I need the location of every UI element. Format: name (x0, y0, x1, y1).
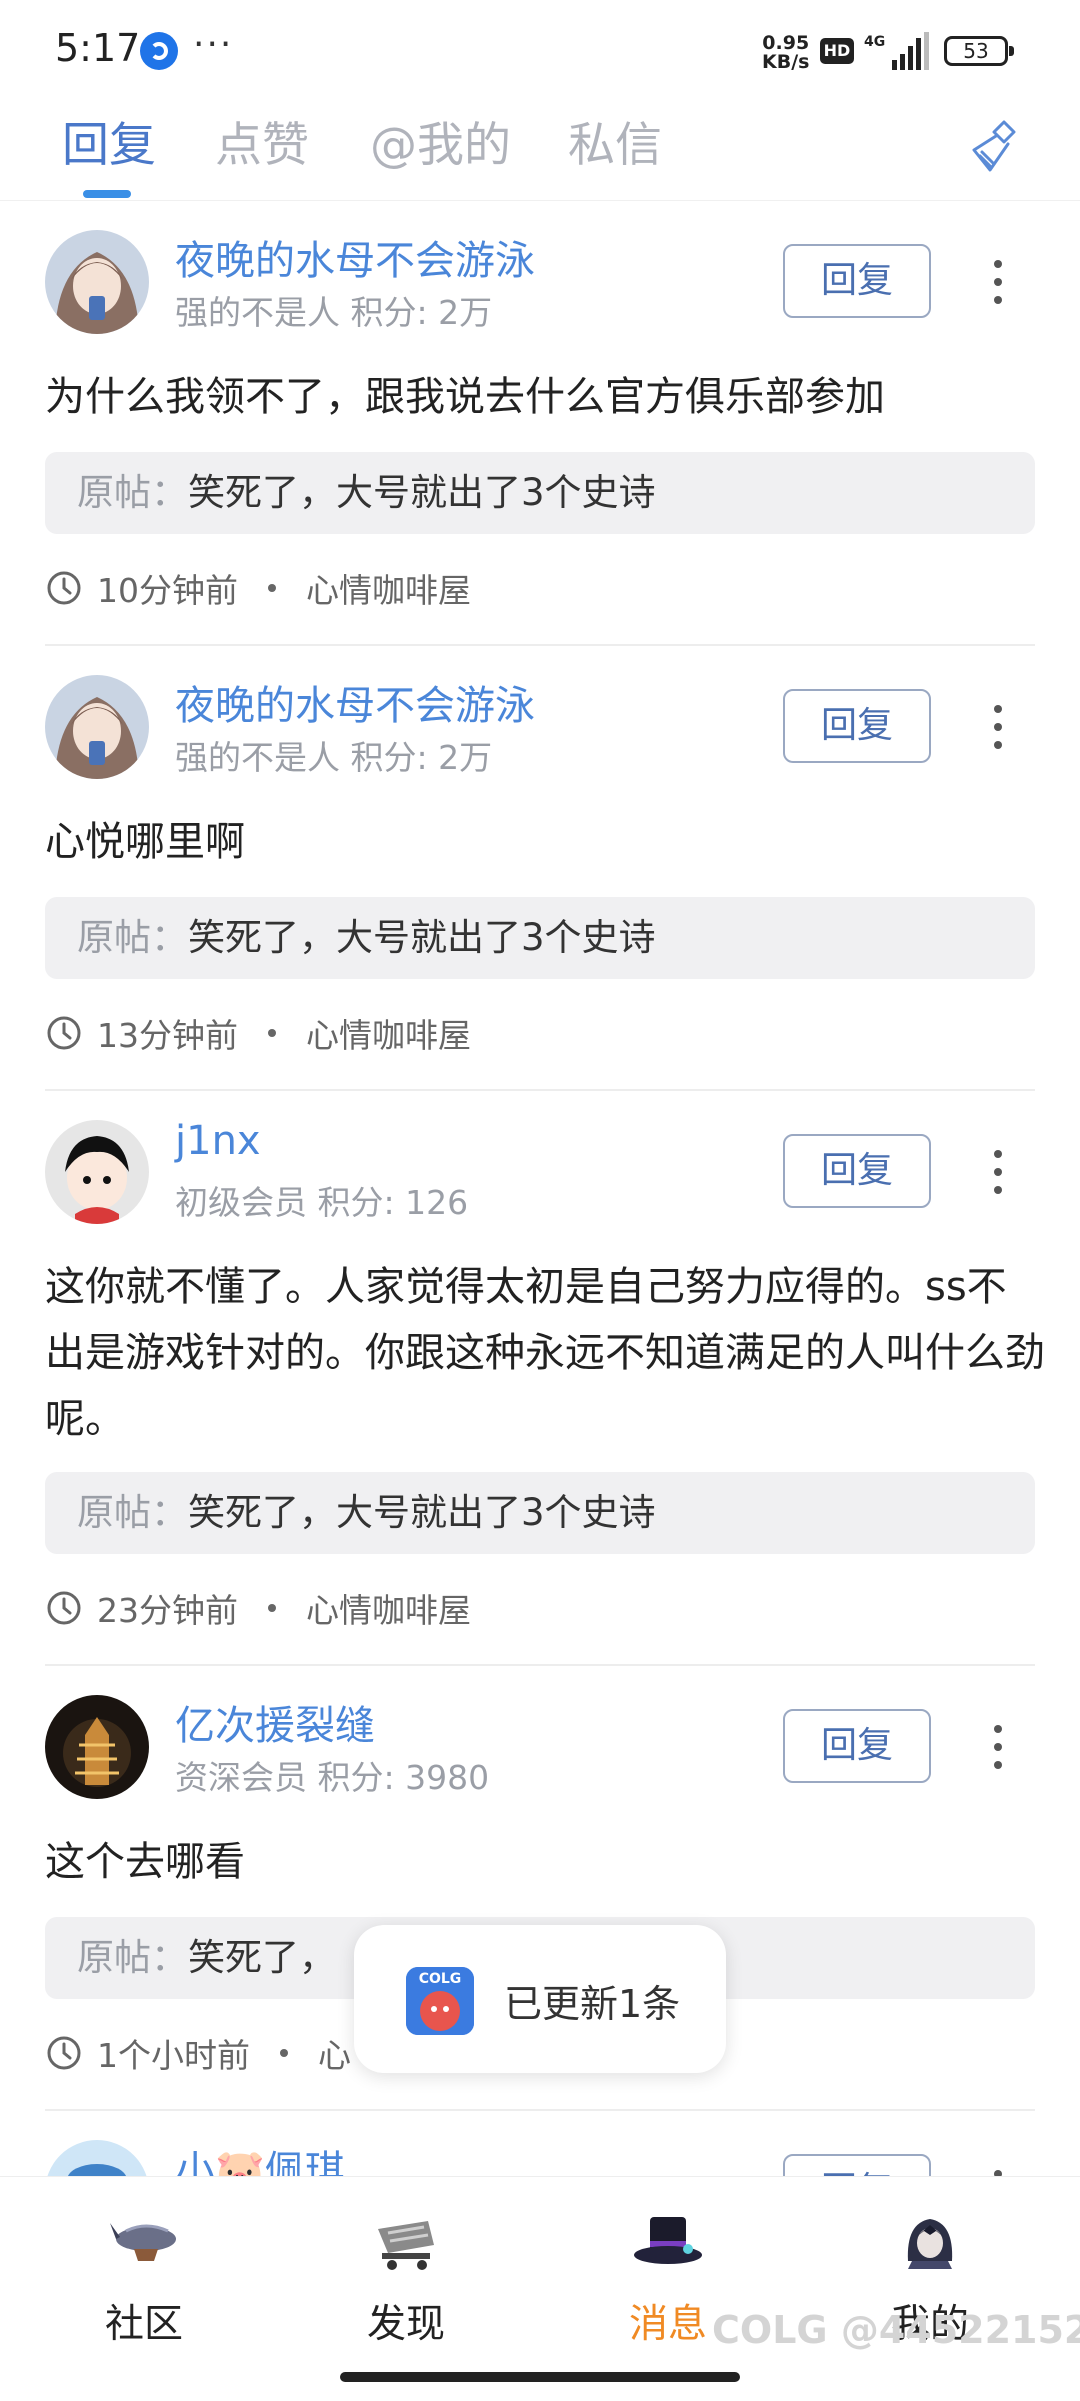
more-notifications-icon: ··· (193, 24, 234, 65)
reply-button[interactable]: 回复 (783, 244, 931, 318)
watermark: COLG @445221525 (712, 2308, 1080, 2352)
user-avatar[interactable] (45, 675, 149, 779)
clock-icon (47, 1591, 81, 1625)
tab-private-messages[interactable]: 私信 (568, 106, 662, 175)
reply-footer: 13分钟前 心情咖啡屋 (45, 1009, 471, 1059)
clock-icon (47, 2036, 81, 2070)
reply-button[interactable]: 回复 (783, 1709, 931, 1783)
reply-content: 这个去哪看 (45, 1839, 245, 1885)
reply-time: 1个小时前 (97, 2036, 250, 2075)
status-time: 5:17 (55, 26, 141, 70)
user-rank-score: 强的不是人 积分: 2万 (175, 738, 493, 777)
active-tab-indicator (83, 190, 131, 198)
user-avatar[interactable] (45, 230, 149, 334)
nav-community[interactable]: 社区 (44, 2197, 244, 2347)
username[interactable]: j1nx (175, 1118, 261, 1164)
username[interactable]: 小🐷佩琪 (175, 2138, 345, 2176)
reply-list: 夜晚的水母不会游泳 强的不是人 积分: 2万 回复 为什么我领不了，跟我说去什么… (0, 200, 1080, 2176)
nav-discover[interactable]: 发现 (306, 2197, 506, 2347)
original-post-quote[interactable]: 原帖：笑死了，大号就出了3个史诗 (45, 452, 1035, 534)
network-speed: 0.95 KB/s (762, 32, 810, 73)
toast-message: 已更新1条 (504, 1982, 681, 2026)
reply-footer: 23分钟前 心情咖啡屋 (45, 1584, 471, 1634)
divider (45, 2109, 1035, 2111)
more-options-icon[interactable] (980, 252, 1016, 312)
reply-content: 心悦哪里啊 (45, 819, 245, 865)
divider (45, 1089, 1035, 1091)
original-post-quote[interactable]: 原帖：笑死了，大号就出了3个史诗 (45, 1472, 1035, 1554)
original-post-quote[interactable]: 原帖：笑死了，大号就出了3个史诗 (45, 897, 1035, 979)
home-indicator[interactable] (340, 2372, 740, 2382)
hd-badge: HD (820, 38, 854, 64)
user-avatar[interactable] (45, 1120, 149, 1224)
clock-icon (47, 571, 81, 605)
top-hat-icon (634, 2217, 702, 2264)
more-options-icon[interactable] (980, 1142, 1016, 1202)
battery-icon: 53 (944, 36, 1014, 66)
update-toast: COLG 已更新1条 (354, 1925, 726, 2073)
more-options-icon[interactable] (980, 1717, 1016, 1777)
broom-clear-icon[interactable] (960, 114, 1026, 180)
reply-button[interactable]: 回复 (783, 1134, 931, 1208)
status-bar: 5:17 ··· 0.95 KB/s HD 4G 53 (0, 0, 1080, 96)
tab-replies[interactable]: 回复 (62, 106, 156, 175)
svg-text:COLG: COLG (419, 1971, 462, 1987)
reply-time: 13分钟前 (97, 1016, 238, 1055)
reply-footer: 1个小时前 心 (45, 2029, 351, 2079)
more-options-icon[interactable] (980, 697, 1016, 757)
username[interactable]: 亿次援裂缝 (175, 1693, 375, 1751)
username[interactable]: 夜晚的水母不会游泳 (175, 673, 535, 731)
tab-mentions[interactable]: @我的 (370, 106, 511, 175)
user-avatar[interactable] (45, 1695, 149, 1799)
user-rank-score: 资深会员 积分: 3980 (175, 1758, 490, 1797)
signal-icon: 4G (864, 32, 929, 70)
colg-app-icon: COLG (406, 1967, 474, 2035)
divider (45, 1664, 1035, 1666)
app-notification-icon (140, 32, 178, 70)
reply-footer: 10分钟前 心情咖啡屋 (45, 564, 471, 614)
reply-content: 这你就不懂了。人家觉得太初是自己努力应得的。ss不出是游戏针对的。你跟这种永远不… (45, 1264, 1045, 1442)
reply-button[interactable]: 回复 (783, 689, 931, 763)
tab-likes[interactable]: 点赞 (215, 106, 309, 175)
clock-icon (47, 1016, 81, 1050)
cart-icon (378, 2221, 434, 2270)
divider (45, 644, 1035, 646)
forum-name: 心情咖啡屋 (306, 1016, 471, 1055)
message-tabs: 回复 点赞 @我的 私信 (0, 96, 1080, 201)
more-options-icon[interactable] (980, 2162, 1016, 2176)
user-rank-score: 强的不是人 积分: 2万 (175, 293, 493, 332)
forum-name: 心情咖啡屋 (306, 1591, 471, 1630)
profile-avatar-icon (907, 2219, 953, 2269)
user-rank-score: 初级会员 积分: 126 (175, 1183, 469, 1222)
airship-icon (110, 2223, 176, 2261)
reply-content: 为什么我领不了，跟我说去什么官方俱乐部参加 (45, 374, 885, 420)
reply-time: 10分钟前 (97, 571, 238, 610)
username[interactable]: 夜晚的水母不会游泳 (175, 228, 535, 286)
forum-name: 心情咖啡屋 (306, 571, 471, 610)
forum-name: 心 (318, 2036, 351, 2075)
bottom-navigation: 社区 发现 消息 我的 (0, 2176, 1080, 2401)
user-avatar[interactable] (45, 2140, 149, 2176)
reply-button[interactable]: 回复 (783, 2154, 931, 2176)
reply-time: 23分钟前 (97, 1591, 238, 1630)
svg-text:4G: 4G (864, 34, 885, 50)
